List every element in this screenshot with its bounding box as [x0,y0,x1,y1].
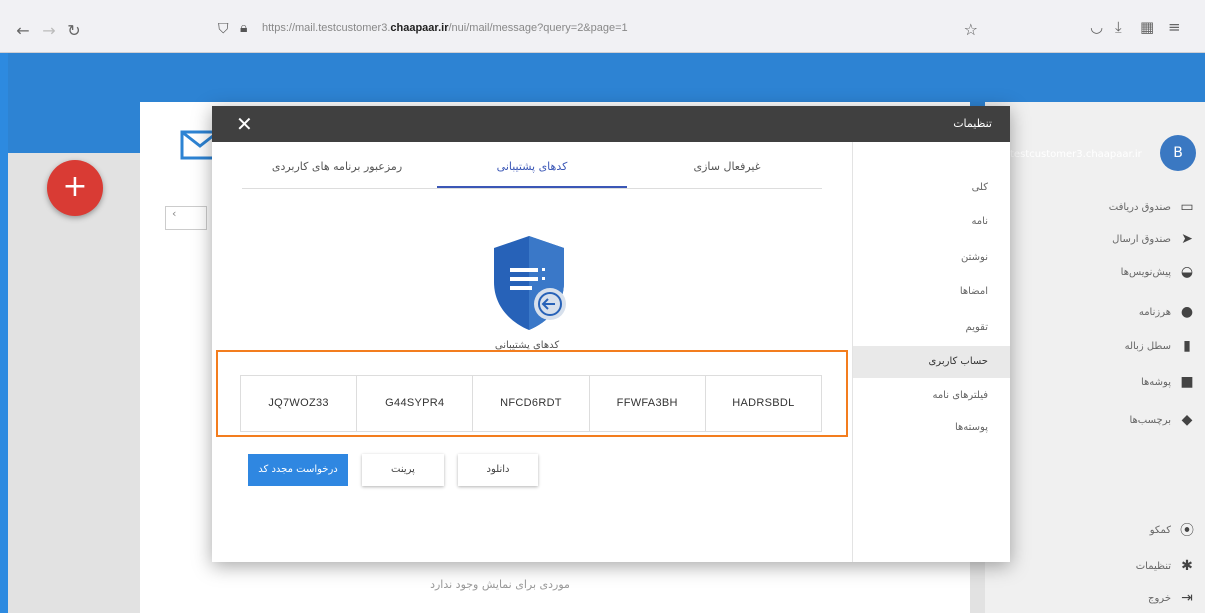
spam-icon: ● [1180,304,1194,320]
settings-menu: کلی نامه نوشتن امضاها تقویم حساب کاربری … [852,142,1010,562]
tab-deactivation[interactable]: غیرفعال سازی [632,152,822,186]
backup-codes-table: JQ7WOZ33 G44SYPR4 NFCD6RDT FFWFA3BH HADR… [240,375,822,432]
pagination[interactable]: ‹ [165,206,207,230]
menu-item-mail[interactable]: نامه [853,206,1010,238]
backup-code: FFWFA3BH [588,376,705,431]
dialog-header: ✕ تنظیمات [212,106,1010,142]
download-button[interactable]: دانلود [458,454,538,486]
arrow-left-icon[interactable]: ← [12,20,34,42]
backup-code: JQ7WOZ33 [268,397,329,409]
tab-app-passwords[interactable]: رمزعبور برنامه های کاربردی [242,152,432,186]
trash-icon: ▮ [1183,338,1191,354]
empty-list-message: موردی برای نمایش وجود ندارد [430,578,570,591]
label-icon: ◆ [1181,412,1193,428]
pocket-icon[interactable]: ◡ [1090,18,1103,36]
menu-item-themes[interactable]: پوسته‌ها [853,412,1010,444]
drafts-icon: ◒ [1180,264,1194,280]
menu-item-calendar[interactable]: تقویم [853,312,1010,344]
sidebar-item-settings[interactable]: ✱ تنظیمات [1136,556,1195,576]
account-tabs: غیرفعال سازی کدهای پشتیبانی رمزعبور برنا… [242,152,822,189]
logout-icon: ⇥ [1181,590,1193,606]
sidebar-item-labels[interactable]: ◆ برچسب‌ها [1129,410,1195,430]
menu-item-filters[interactable]: فیلترهای نامه [853,380,1010,412]
settings-dialog: ✕ تنظیمات کلی نامه نوشتن امضاها تقویم حس… [212,106,1010,562]
menu-icon[interactable]: ≡ [1168,18,1181,36]
lock-icon[interactable]: 🔒︎ [240,20,247,36]
folder-icon: ■ [1180,374,1194,390]
arrow-right-icon[interactable]: → [38,20,60,42]
print-button[interactable]: پرینت [362,454,444,486]
address-bar[interactable]: ⛉ 🔒︎ https://mail.testcustomer3.chaapaar… [200,15,990,45]
inbox-icon: ▭ [1180,199,1194,215]
menu-item-compose[interactable]: نوشتن [853,242,1010,274]
sidebar-item-drafts[interactable]: ◒ پیش‌نویس‌ها [1121,262,1195,282]
backup-code: HADRSBDL [704,376,821,431]
dialog-title: تنظیمات [953,117,992,130]
extension-icon[interactable]: ▦ [1140,18,1154,36]
send-icon: ➤ [1181,231,1193,247]
gear-icon: ✱ [1181,558,1193,574]
menu-item-signatures[interactable]: امضاها [853,276,1010,308]
url-text[interactable]: https://mail.testcustomer3.chaapaar.ir/n… [262,22,628,34]
reload-icon[interactable]: ↻ [63,20,85,42]
regenerate-codes-button[interactable]: درخواست مجدد کد [248,454,348,486]
backup-shield-icon [494,236,566,330]
account-name: testcustomer3.chaapaar.ir [1010,149,1142,160]
sidebar-item-trash[interactable]: ▮ سطل زباله [1125,336,1195,356]
sidebar-item-help[interactable]: ⦿ کمکو [1150,520,1195,540]
menu-item-account[interactable]: حساب کاربری [853,346,1010,378]
sidebar-item-inbox[interactable]: ▭ صندوق دریافت [1109,197,1195,217]
avatar[interactable]: B [1160,135,1196,171]
backup-codes-caption: کدهای پشتیبانی [494,340,560,350]
location-icon: ⦿ [1180,523,1194,539]
bookmark-star-icon[interactable]: ☆ [964,20,978,39]
sidebar-item-folders[interactable]: ■ پوشه‌ها [1141,372,1195,392]
browser-toolbar: ← → ↻ ⛉ 🔒︎ https://mail.testcustomer3.ch… [0,0,1205,53]
download-icon[interactable]: ⤓ [1115,18,1122,36]
sidebar-item-sent[interactable]: ➤ صندوق ارسال [1112,229,1195,249]
tracking-shield-icon[interactable]: ⛉ [218,21,229,37]
sidebar-item-spam[interactable]: ● هرزنامه [1139,302,1195,322]
backup-code: G44SYPR4 [356,376,472,431]
menu-item-general[interactable]: کلی [853,172,1010,204]
tab-backup-codes[interactable]: کدهای پشتیبانی [437,152,627,188]
close-icon[interactable]: ✕ [236,112,253,136]
sidebar-item-logout[interactable]: ⇥ خروج [1148,588,1195,608]
backup-code: NFCD6RDT [472,376,588,431]
compose-button[interactable]: + [47,160,103,216]
